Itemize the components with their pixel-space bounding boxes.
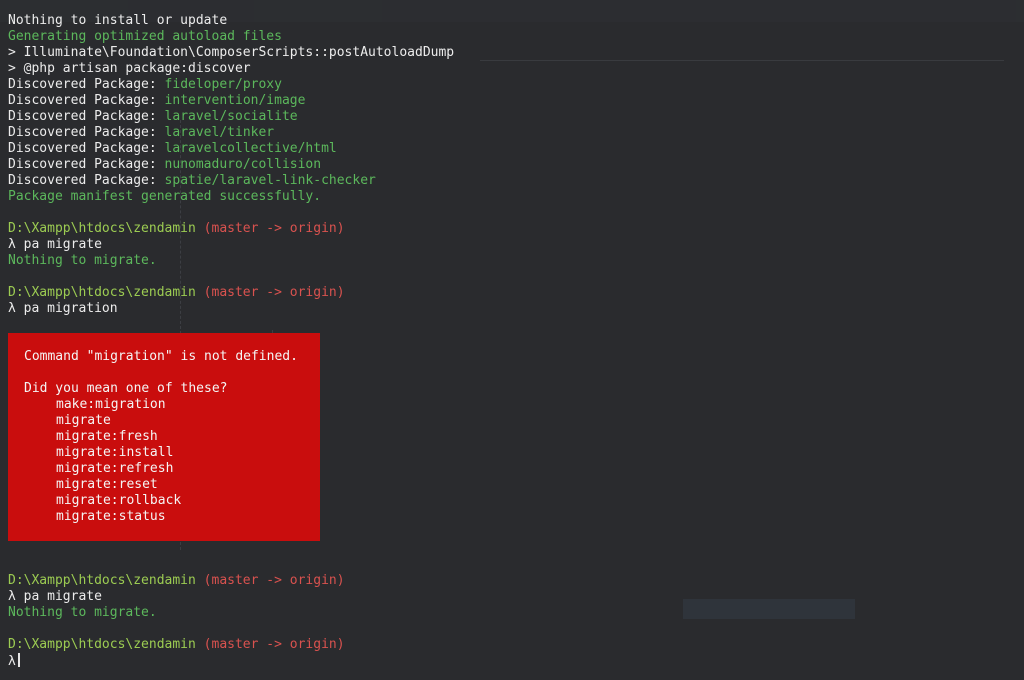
prompt-line: D:\Xampp\htdocs\zendamin (master -> orig…: [8, 285, 454, 301]
git-branch: (master -> origin): [203, 637, 345, 652]
suggestion-item: migrate:rollback: [56, 493, 182, 508]
manifest-message: Package manifest generated successfully.: [8, 189, 322, 204]
active-input-line[interactable]: λ: [8, 653, 345, 669]
package-prefix: Discovered Package:: [8, 125, 165, 140]
package-line: Discovered Package: spatie/laravel-link-…: [8, 173, 454, 189]
prompt-line: D:\Xampp\htdocs\zendamin (master -> orig…: [8, 221, 454, 237]
package-prefix: Discovered Package:: [8, 77, 165, 92]
suggestion-item: migrate: [56, 413, 111, 428]
prompt-path: D:\Xampp\htdocs\zendamin: [8, 221, 196, 236]
package-prefix: Discovered Package:: [8, 141, 165, 156]
error-message: Command "migration" is not defined.: [24, 349, 298, 364]
prompt-symbol: λ: [8, 589, 16, 604]
git-branch: (master -> origin): [203, 285, 345, 300]
command-line: λ pa migrate: [8, 589, 345, 605]
package-name: laravelcollective/html: [164, 141, 337, 156]
output-line: Nothing to install or update: [8, 13, 228, 28]
ghost-notification: [683, 599, 855, 619]
package-prefix: Discovered Package:: [8, 157, 165, 172]
prompt-symbol: λ: [8, 654, 16, 669]
command-line: λ pa migration: [8, 301, 454, 317]
command-result: Nothing to migrate.: [8, 253, 157, 268]
output-line: > @php artisan package:discover: [8, 61, 251, 76]
package-name: laravel/socialite: [164, 109, 298, 124]
prompt-symbol: λ: [8, 237, 16, 252]
prompt-path: D:\Xampp\htdocs\zendamin: [8, 637, 196, 652]
error-block: Command "migration" is not defined. Did …: [8, 333, 320, 541]
package-name: fideloper/proxy: [164, 77, 282, 92]
package-line: Discovered Package: laravelcollective/ht…: [8, 141, 454, 157]
command-text: pa migrate: [23, 237, 102, 252]
output-line: Generating optimized autoload files: [8, 29, 282, 44]
package-name: spatie/laravel-link-checker: [164, 173, 376, 188]
package-prefix: Discovered Package:: [8, 173, 165, 188]
prompt-line: D:\Xampp\htdocs\zendamin (master -> orig…: [8, 573, 345, 589]
prompt-symbol: λ: [8, 301, 16, 316]
console-output: Nothing to install or update Generating …: [8, 13, 454, 317]
suggestion-item: make:migration: [56, 397, 166, 412]
command-text: pa migrate: [23, 589, 102, 604]
package-prefix: Discovered Package:: [8, 93, 165, 108]
command-result: Nothing to migrate.: [8, 605, 157, 620]
text-cursor[interactable]: [17, 653, 20, 667]
package-name: intervention/image: [164, 93, 306, 108]
suggestion-item: migrate:install: [56, 445, 174, 460]
suggestion-item: migrate:reset: [56, 477, 158, 492]
prompt-path: D:\Xampp\htdocs\zendamin: [8, 573, 196, 588]
package-line: Discovered Package: laravel/tinker: [8, 125, 454, 141]
ghost-tab-bar: [480, 34, 1004, 61]
package-line: Discovered Package: intervention/image: [8, 93, 454, 109]
package-prefix: Discovered Package:: [8, 109, 165, 124]
git-branch: (master -> origin): [203, 221, 345, 236]
package-line: Discovered Package: nunomaduro/collision: [8, 157, 454, 173]
command-text: pa migration: [23, 301, 118, 316]
suggestion-item: migrate:refresh: [56, 461, 174, 476]
prompt-path: D:\Xampp\htdocs\zendamin: [8, 285, 196, 300]
suggestion-item: migrate:status: [56, 509, 166, 524]
package-name: laravel/tinker: [164, 125, 275, 140]
suggestion-heading: Did you mean one of these?: [24, 381, 228, 396]
prompt-line: D:\Xampp\htdocs\zendamin (master -> orig…: [8, 637, 345, 653]
git-branch: (master -> origin): [203, 573, 345, 588]
console-output-bottom: D:\Xampp\htdocs\zendamin (master -> orig…: [8, 573, 345, 669]
package-line: Discovered Package: laravel/socialite: [8, 109, 454, 125]
suggestion-item: migrate:fresh: [56, 429, 158, 444]
terminal-window[interactable]: Nothing to install or update Generating …: [0, 0, 1024, 680]
package-line: Discovered Package: fideloper/proxy: [8, 77, 454, 93]
output-line: > Illuminate\Foundation\ComposerScripts:…: [8, 45, 455, 60]
package-name: nunomaduro/collision: [164, 157, 322, 172]
command-line: λ pa migrate: [8, 237, 454, 253]
